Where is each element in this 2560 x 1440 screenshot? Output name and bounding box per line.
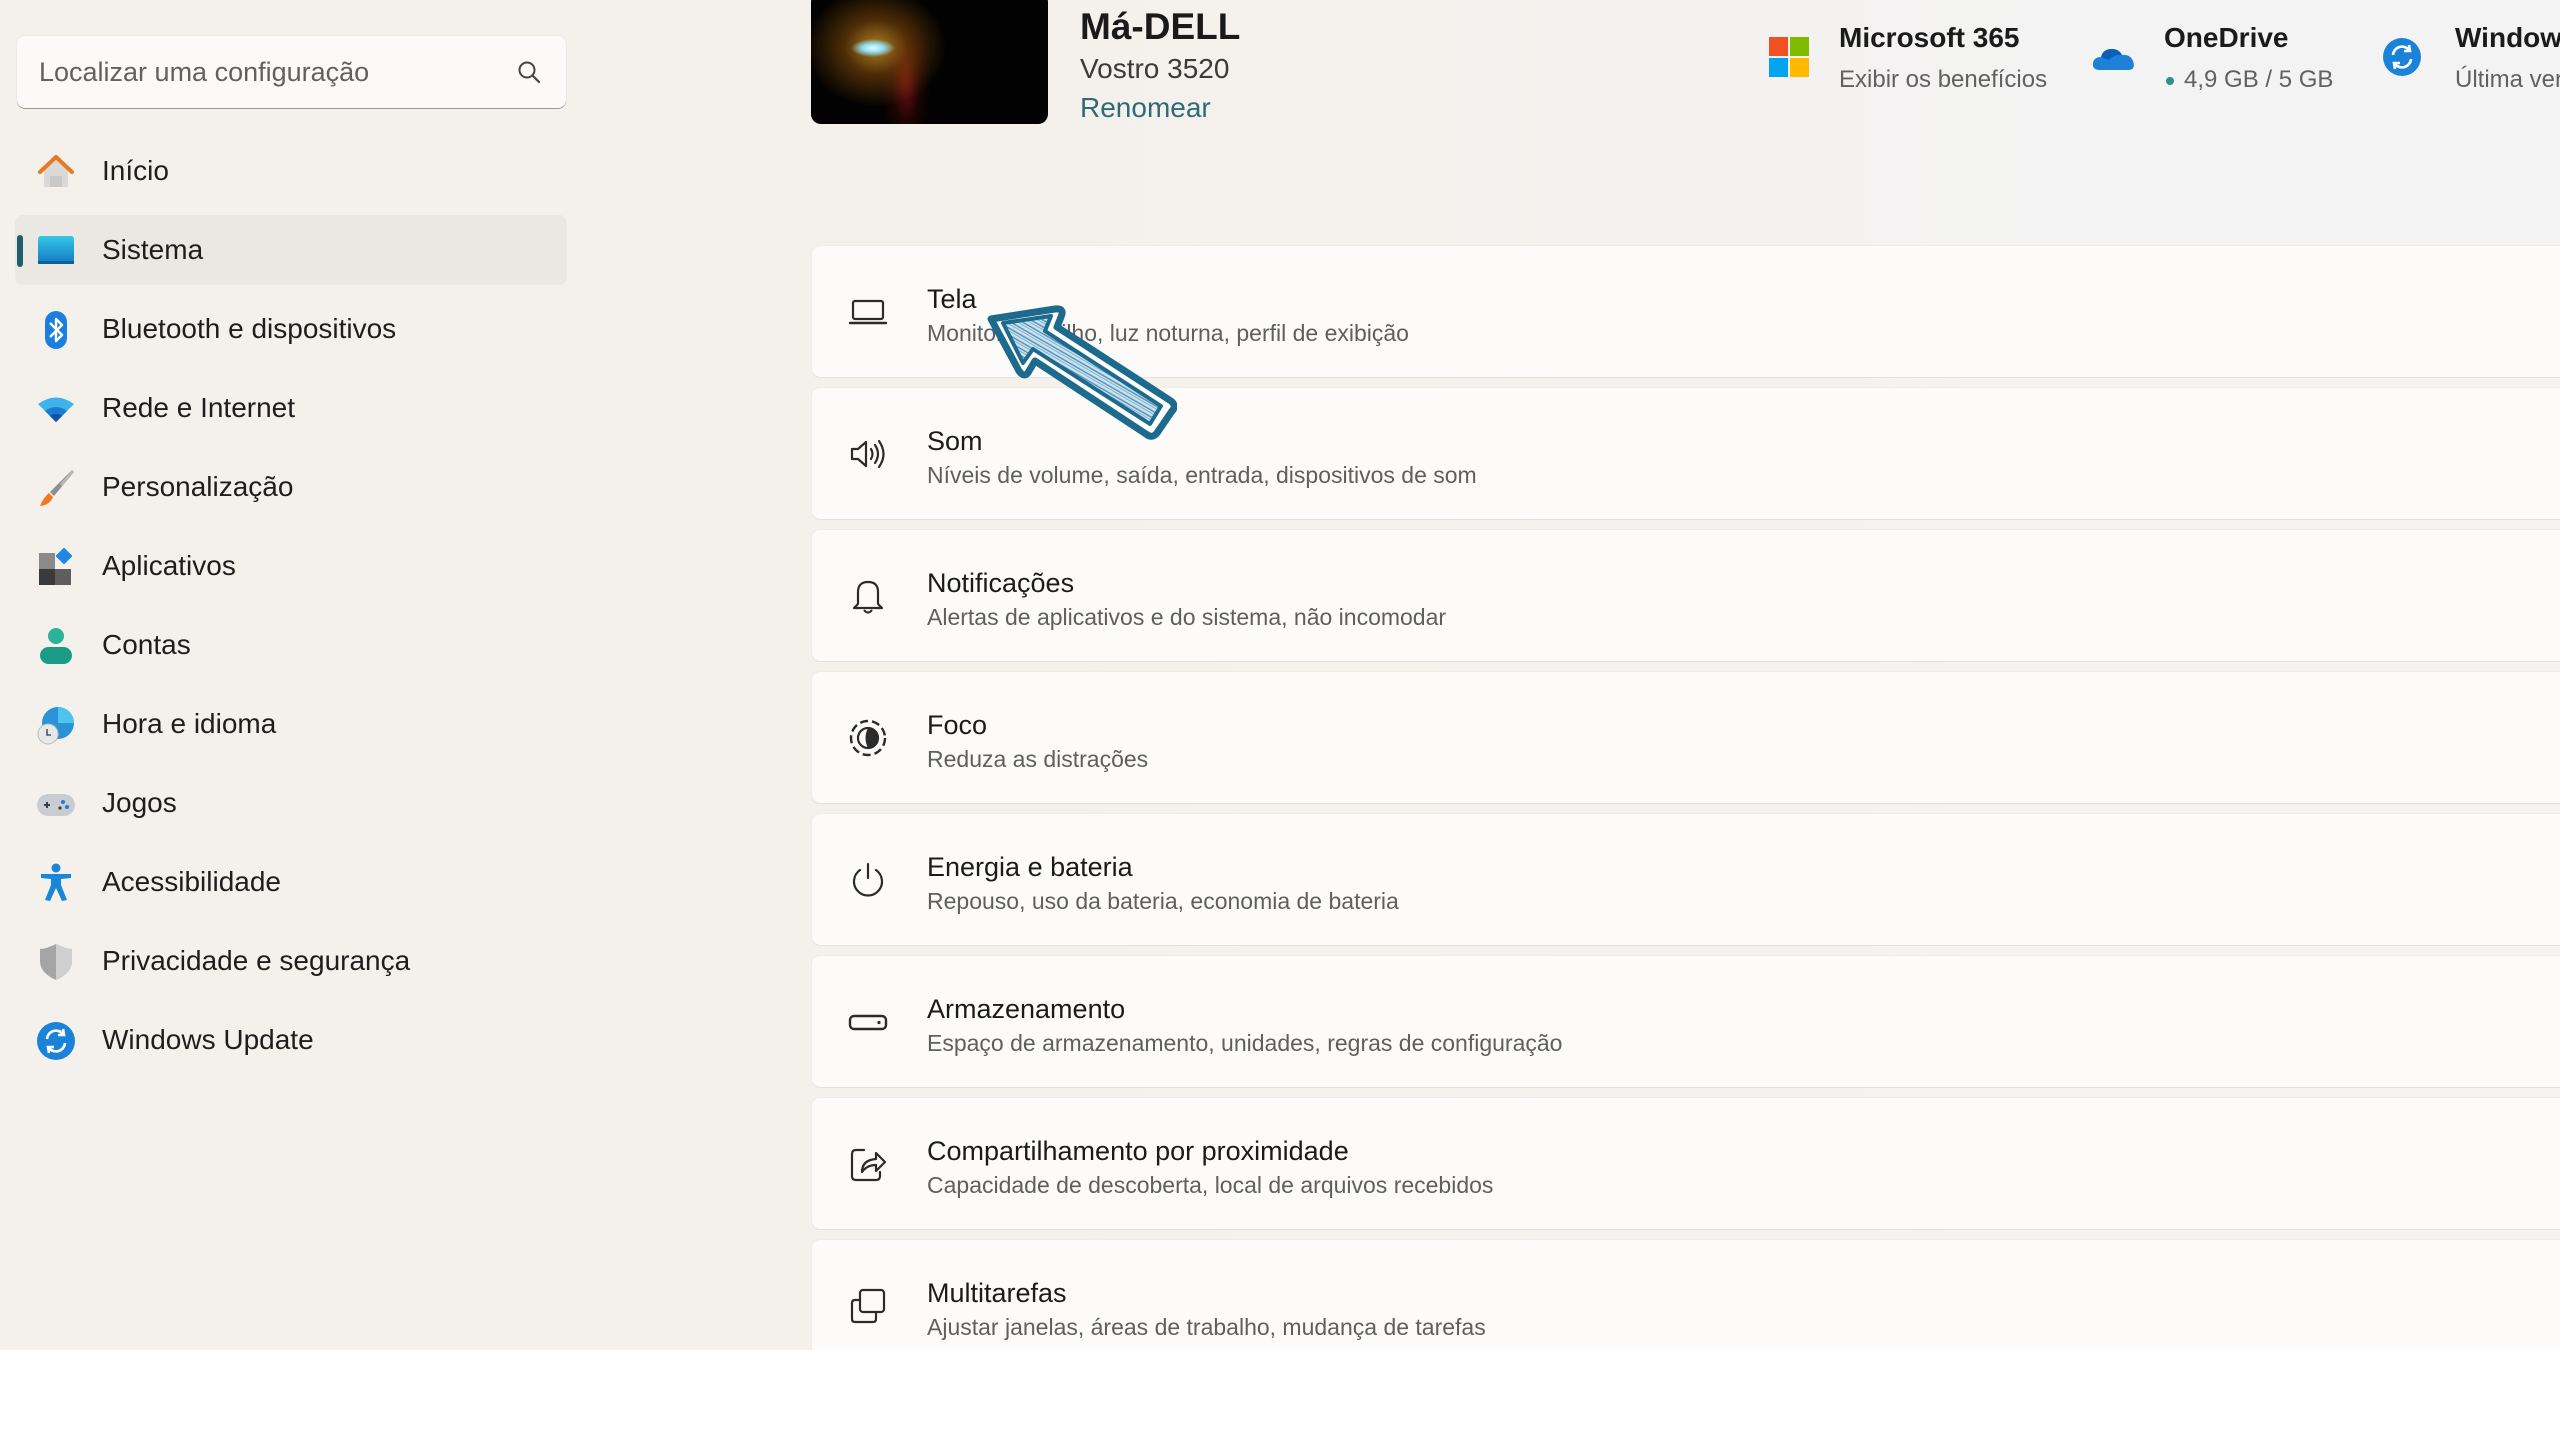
focus-icon <box>849 719 887 757</box>
speaker-icon <box>850 439 885 469</box>
sidebar-item-label: Jogos <box>102 787 177 818</box>
card-title: Tela <box>927 284 977 314</box>
tile-title: Microsoft 365 <box>1839 22 2020 53</box>
onedrive-cloud-icon <box>2092 49 2134 70</box>
sidebar-item-label: Contas <box>102 629 191 660</box>
sidebar-item-contas[interactable]: Contas <box>15 610 567 680</box>
device-model: Vostro 3520 <box>1080 53 1230 84</box>
tile-title: Window <box>2455 22 2560 53</box>
card-subtitle: Alertas de aplicativos e do sistema, não… <box>927 604 1447 630</box>
card-subtitle: Capacidade de descoberta, local de arqui… <box>927 1172 1494 1198</box>
card-compartilhamento[interactable]: Compartilhamento por proximidade Capacid… <box>812 1098 2560 1229</box>
device-name: Má-DELL <box>1080 6 1241 47</box>
card-subtitle: Reduza as distrações <box>927 746 1149 772</box>
rename-link[interactable]: Renomear <box>1080 92 1211 124</box>
system-settings-list: Tela Monitores, brilho, luz noturna, per… <box>812 246 2560 1350</box>
sidebar-item-jogos[interactable]: Jogos <box>15 768 567 838</box>
device-wallpaper-thumbnail <box>811 0 1048 124</box>
sidebar-item-label: Acessibilidade <box>102 866 281 897</box>
search-box[interactable] <box>17 36 566 108</box>
sidebar-item-label: Privacidade e segurança <box>102 945 411 976</box>
bottom-blank-area <box>0 1350 2560 1440</box>
sidebar-item-bluetooth[interactable]: Bluetooth e dispositivos <box>15 294 567 364</box>
selection-indicator <box>17 235 23 267</box>
card-subtitle: Repouso, uso da bateria, economia de bat… <box>927 888 1399 914</box>
sidebar-item-label: Rede e Internet <box>102 392 296 423</box>
card-tela[interactable]: Tela Monitores, brilho, luz noturna, per… <box>812 246 2560 377</box>
card-title: Notificações <box>927 568 1075 598</box>
system-icon <box>38 236 74 264</box>
card-energia[interactable]: Energia e bateria Repouso, uso da bateri… <box>812 814 2560 945</box>
search-input[interactable] <box>39 56 516 88</box>
sidebar-item-label: Windows Update <box>102 1024 314 1055</box>
tile-title: OneDrive <box>2164 22 2289 53</box>
sidebar-item-label: Aplicativos <box>102 550 236 581</box>
bell-icon <box>852 580 884 614</box>
sidebar-item-personalizacao[interactable]: Personalização <box>15 452 567 522</box>
gamepad-icon <box>37 794 75 816</box>
multitasking-icon <box>850 1288 886 1324</box>
sidebar-item-rede[interactable]: Rede e Internet <box>15 373 567 443</box>
paintbrush-icon <box>40 470 74 506</box>
windows-update-tile[interactable]: Window Última ver <box>2380 0 2560 110</box>
windows-update-icon <box>2383 38 2421 76</box>
sidebar-item-sistema[interactable]: Sistema <box>15 215 567 285</box>
sidebar-item-inicio[interactable]: Início <box>15 136 567 206</box>
card-subtitle: Monitores, brilho, luz noturna, perfil d… <box>927 320 1409 346</box>
microsoft-365-tile[interactable]: Microsoft 365 Exibir os benefícios <box>1765 0 2065 110</box>
display-icon <box>848 299 888 325</box>
card-subtitle: Ajustar janelas, áreas de trabalho, muda… <box>927 1314 1486 1340</box>
wifi-icon <box>38 397 74 422</box>
time-language-icon <box>37 707 74 745</box>
card-notificacoes[interactable]: Notificações Alertas de aplicativos e do… <box>812 530 2560 661</box>
apps-icon <box>39 547 73 585</box>
shield-icon <box>40 944 72 980</box>
tile-subtitle: 4,9 GB / 5 GB <box>2184 66 2334 93</box>
card-title: Som <box>927 426 983 456</box>
search-icon[interactable] <box>516 59 542 85</box>
onedrive-tile[interactable]: OneDrive 4,9 GB / 5 GB <box>2090 0 2350 110</box>
card-subtitle: Espaço de armazenamento, unidades, regra… <box>927 1030 1563 1056</box>
storage-icon <box>848 1014 888 1031</box>
card-title: Multitarefas <box>927 1278 1067 1308</box>
card-title: Compartilhamento por proximidade <box>927 1136 1349 1166</box>
power-icon <box>852 862 884 897</box>
card-som[interactable]: Som Níveis de volume, saída, entrada, di… <box>812 388 2560 519</box>
account-icon <box>40 628 72 664</box>
sidebar-item-label: Hora e idioma <box>102 708 277 739</box>
sidebar-item-windows-update[interactable]: Windows Update <box>15 1005 567 1075</box>
share-icon <box>850 1148 887 1182</box>
card-multitarefas[interactable]: Multitarefas Ajustar janelas, áreas de t… <box>812 1240 2560 1350</box>
storage-status-dot <box>2166 77 2174 85</box>
card-subtitle: Níveis de volume, saída, entrada, dispos… <box>927 462 1477 488</box>
bluetooth-icon <box>45 311 67 349</box>
card-foco[interactable]: Foco Reduza as distrações <box>812 672 2560 803</box>
card-title: Energia e bateria <box>927 852 1133 882</box>
sidebar-item-label: Personalização <box>102 471 294 502</box>
sidebar-item-hora-idioma[interactable]: Hora e idioma <box>15 689 567 759</box>
home-icon <box>38 155 74 187</box>
sidebar-item-label: Início <box>102 155 169 186</box>
settings-window: Início Sistema Bluetooth e dispositivos <box>0 0 2560 1350</box>
accessibility-icon <box>41 863 71 901</box>
sidebar-item-aplicativos[interactable]: Aplicativos <box>15 531 567 601</box>
microsoft-logo-icon <box>1769 37 1809 77</box>
sidebar-item-label: Sistema <box>102 234 204 265</box>
tile-subtitle: Exibir os benefícios <box>1839 66 2048 93</box>
tile-subtitle: Última ver <box>2455 66 2560 93</box>
sidebar-item-label: Bluetooth e dispositivos <box>102 313 397 344</box>
card-title: Armazenamento <box>927 994 1126 1024</box>
sidebar-item-acessibilidade[interactable]: Acessibilidade <box>15 847 567 917</box>
windows-update-icon <box>37 1022 75 1060</box>
sidebar-nav: Início Sistema Bluetooth e dispositivos <box>0 136 580 1084</box>
card-armazenamento[interactable]: Armazenamento Espaço de armazenamento, u… <box>812 956 2560 1087</box>
card-title: Foco <box>927 710 988 740</box>
sidebar-item-privacidade[interactable]: Privacidade e segurança <box>15 926 567 996</box>
